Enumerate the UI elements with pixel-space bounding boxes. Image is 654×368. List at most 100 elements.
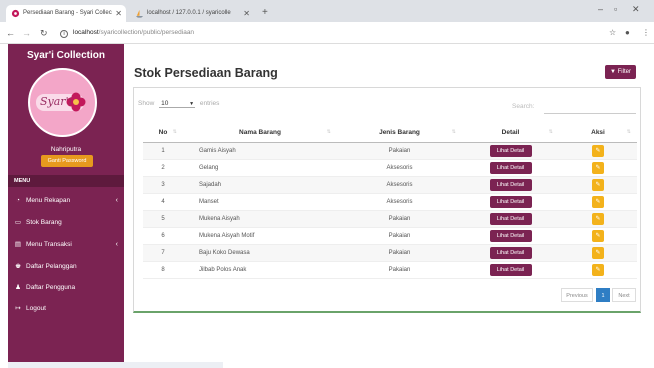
page-title: Stok Persediaan Barang <box>134 66 278 80</box>
view-detail-button[interactable]: Lihat Detail <box>489 178 532 191</box>
edit-icon[interactable]: ✎ <box>592 178 604 191</box>
cell-aksi: ✎ <box>559 159 637 177</box>
users-icon: ♚ <box>15 263 21 270</box>
address-bar: ← → ↻ i localhost/syaricollection/public/… <box>0 22 654 44</box>
cell-no: 6 <box>143 227 183 245</box>
filter-icon: ▼ <box>610 69 616 75</box>
url-field[interactable]: i localhost/syaricollection/public/persed… <box>60 27 194 39</box>
cell-aksi: ✎ <box>559 142 637 160</box>
gauge-icon: ◔ <box>16 197 20 204</box>
cell-jenis-barang: Aksesoris <box>337 176 462 194</box>
table-row: 2 Gelang Aksesoris Lihat Detail ✎ <box>143 159 637 177</box>
cell-aksi: ✎ <box>559 176 637 194</box>
pagination-next[interactable]: Next <box>612 288 636 302</box>
search-input[interactable] <box>544 113 636 114</box>
cell-jenis-barang: Aksesoris <box>337 159 462 177</box>
view-detail-button[interactable]: Lihat Detail <box>489 229 532 242</box>
cell-no: 8 <box>143 261 183 279</box>
cell-detail: Lihat Detail <box>462 210 559 228</box>
cell-jenis-barang: Pakaian <box>337 210 462 228</box>
cell-jenis-barang: Aksesoris <box>337 193 462 211</box>
edit-icon[interactable]: ✎ <box>592 144 604 157</box>
close-tab-icon[interactable]: ✕ <box>243 5 250 22</box>
cell-nama-barang: Sajadah <box>183 176 337 194</box>
column-header-jenis-barang[interactable]: Jenis Barang ⇅ <box>337 124 462 143</box>
close-window-icon[interactable]: ✕ <box>632 4 640 15</box>
edit-icon[interactable]: ✎ <box>592 161 604 174</box>
column-header-detail[interactable]: Detail ⇅ <box>462 124 559 143</box>
table-body: 1 Gamis Aisyah Pakaian Lihat Detail ✎ 2 Gelang… <box>143 142 637 279</box>
cell-nama-barang: Gelang <box>183 159 337 177</box>
cell-no: 7 <box>143 244 183 262</box>
column-header-aksi[interactable]: Aksi ⇅ <box>559 124 637 143</box>
chevron-left-icon: ‹ <box>115 197 118 204</box>
logout-icon: ↦ <box>15 305 21 312</box>
reload-icon[interactable]: ↻ <box>40 26 48 40</box>
cell-no: 5 <box>143 210 183 228</box>
column-header-no[interactable]: No ⇅ <box>143 124 183 143</box>
edit-icon[interactable]: ✎ <box>592 212 604 225</box>
sidebar-item-label: Stok Barang <box>26 219 62 226</box>
view-detail-button[interactable]: Lihat Detail <box>489 161 532 174</box>
new-tab-button[interactable]: + <box>262 5 268 20</box>
browser-tab[interactable]: localhost / 127.0.0.1 / syaricolle ✕ <box>130 5 254 22</box>
sort-icon: ⇅ <box>451 129 456 135</box>
view-detail-button[interactable]: Lihat Detail <box>489 144 532 157</box>
change-password-button[interactable]: Ganti Password <box>41 155 93 167</box>
page-length-value: 10 <box>161 100 169 107</box>
pagination-previous[interactable]: Previous <box>561 288 593 302</box>
cell-no: 3 <box>143 176 183 194</box>
kebab-menu-icon[interactable]: ⋮ <box>642 27 650 39</box>
sort-icon: ⇅ <box>626 129 631 135</box>
edit-icon[interactable]: ✎ <box>592 263 604 276</box>
sidebar-item-label: Menu Rekapan <box>26 197 71 204</box>
sidebar-item-logout[interactable]: ↦ Logout <box>8 299 124 319</box>
pagination-page-1[interactable]: 1 <box>596 288 610 302</box>
view-detail-button[interactable]: Lihat Detail <box>489 263 532 276</box>
cell-detail: Lihat Detail <box>462 176 559 194</box>
edit-icon[interactable]: ✎ <box>592 229 604 242</box>
maximize-icon[interactable]: ▫ <box>614 4 617 14</box>
sidebar-item-menu-rekapan[interactable]: ◔ Menu Rekapan ‹ <box>8 191 124 211</box>
cell-nama-barang: Jilbab Polos Anak <box>183 261 337 279</box>
table-row: 1 Gamis Aisyah Pakaian Lihat Detail ✎ <box>143 142 637 160</box>
cell-detail: Lihat Detail <box>462 142 559 160</box>
view-detail-button[interactable]: Lihat Detail <box>489 195 532 208</box>
view-detail-button[interactable]: Lihat Detail <box>489 212 532 225</box>
view-detail-button[interactable]: Lihat Detail <box>489 246 532 259</box>
star-icon[interactable]: ☆ <box>609 27 616 39</box>
page-length-select[interactable]: 10 ▼ <box>159 100 196 108</box>
sidebar-item-stok-barang[interactable]: ▭ Stok Barang <box>8 213 124 233</box>
browser-tab-active[interactable]: Persediaan Barang - Syari Collec ✕ <box>6 5 126 22</box>
sidebar-item-daftar-pelanggan[interactable]: ♚ Daftar Pelanggan <box>8 257 124 277</box>
sidebar-item-label: Daftar Pengguna <box>26 284 76 291</box>
cell-aksi: ✎ <box>559 227 637 245</box>
sidebar-item-menu-transaksi[interactable]: ▤ Menu Transaksi ‹ <box>8 235 124 255</box>
table-row: 8 Jilbab Polos Anak Pakaian Lihat Detail ✎ <box>143 261 637 279</box>
browser-tab-bar: Persediaan Barang - Syari Collec ✕ local… <box>0 0 654 22</box>
sidebar-item-daftar-pengguna[interactable]: ♟ Daftar Pengguna <box>8 278 124 298</box>
info-icon[interactable]: i <box>60 30 68 38</box>
cell-aksi: ✎ <box>559 244 637 262</box>
account-icon[interactable]: ● <box>625 27 630 39</box>
table-row: 6 Mukena Aisyah Motif Pakaian Lihat Detail ✎ <box>143 227 637 245</box>
forward-arrow-icon[interactable]: → <box>22 26 31 40</box>
edit-icon[interactable]: ✎ <box>592 195 604 208</box>
table-row: 3 Sajadah Aksesoris Lihat Detail ✎ <box>143 176 637 194</box>
edit-icon[interactable]: ✎ <box>592 246 604 259</box>
minimize-icon[interactable]: – <box>598 4 603 14</box>
url-path: /syaricollection/public/persediaan <box>98 29 195 36</box>
column-header-nama-barang[interactable]: Nama Barang ⇅ <box>183 124 337 143</box>
tab-title: Persediaan Barang - Syari Collec <box>23 10 112 16</box>
filter-button[interactable]: ▼ Filter <box>605 65 636 79</box>
table-header-row: No ⇅ Nama Barang ⇅ Jenis Barang ⇅ Detail ⇅ A… <box>143 124 637 143</box>
cell-detail: Lihat Detail <box>462 244 559 262</box>
monitor-icon: ▭ <box>14 219 22 226</box>
sort-icon: ⇅ <box>326 129 331 135</box>
sidebar-item-label: Menu Transaksi <box>26 241 72 248</box>
sidebar: Syar'i Collection Syar'i Nahriputra Gant… <box>8 44 124 364</box>
page-length-control: Show 10 ▼ entries <box>138 100 219 108</box>
back-arrow-icon[interactable]: ← <box>6 26 15 40</box>
close-tab-icon[interactable]: ✕ <box>115 5 122 22</box>
dropdown-arrow-icon: ▼ <box>189 101 195 107</box>
